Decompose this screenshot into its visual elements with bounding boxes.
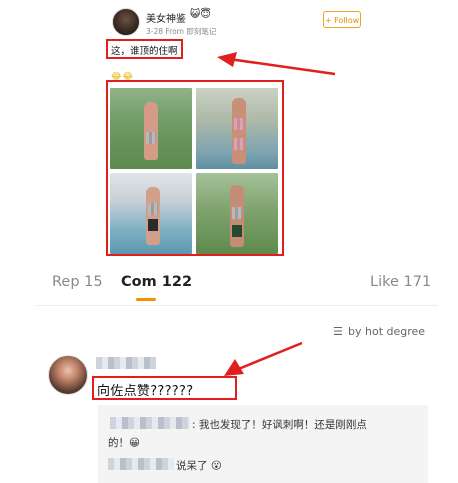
- active-tab-indicator: [136, 298, 156, 301]
- blurred-reply-name-1: [110, 417, 190, 429]
- post-text: 这，谁顶的住啊: [111, 46, 178, 57]
- post-photo-4[interactable]: [196, 173, 278, 254]
- red-arrow-comment: [222, 340, 307, 380]
- tab-likes[interactable]: Like 171: [370, 274, 431, 290]
- blurred-reply-name-2: [108, 458, 174, 470]
- comment-text: 向佐点赞??????: [97, 384, 194, 399]
- commenter-avatar[interactable]: [48, 355, 88, 395]
- tab-comments[interactable]: Com 122: [121, 274, 192, 290]
- post-photo-2[interactable]: [196, 88, 278, 169]
- author-badge-emoji: 😺😇: [190, 9, 211, 20]
- tab-reposts[interactable]: Rep 15: [52, 274, 103, 290]
- reply-1-line-2: 的！😀: [108, 437, 140, 449]
- tab-divider: [36, 305, 438, 306]
- sort-by-hot-degree[interactable]: by hot degree: [348, 325, 425, 338]
- red-arrow-post: [215, 50, 340, 80]
- author-name[interactable]: 美女神鉴: [146, 10, 186, 25]
- sort-icon[interactable]: ☰: [333, 325, 343, 338]
- blurred-commenter-name: [96, 357, 156, 369]
- follow-button[interactable]: + Follow: [323, 11, 361, 28]
- post-meta: 3-28 From 即刻笔记: [146, 27, 217, 36]
- post-photo-3[interactable]: [110, 173, 192, 254]
- post-photo-1[interactable]: [110, 88, 192, 169]
- author-avatar[interactable]: [112, 8, 140, 36]
- reply-2-text: 说呆了 😮: [176, 460, 222, 472]
- reply-1-line-1: : 我也发现了！好讽刺啊！还是刚刚点: [192, 419, 367, 431]
